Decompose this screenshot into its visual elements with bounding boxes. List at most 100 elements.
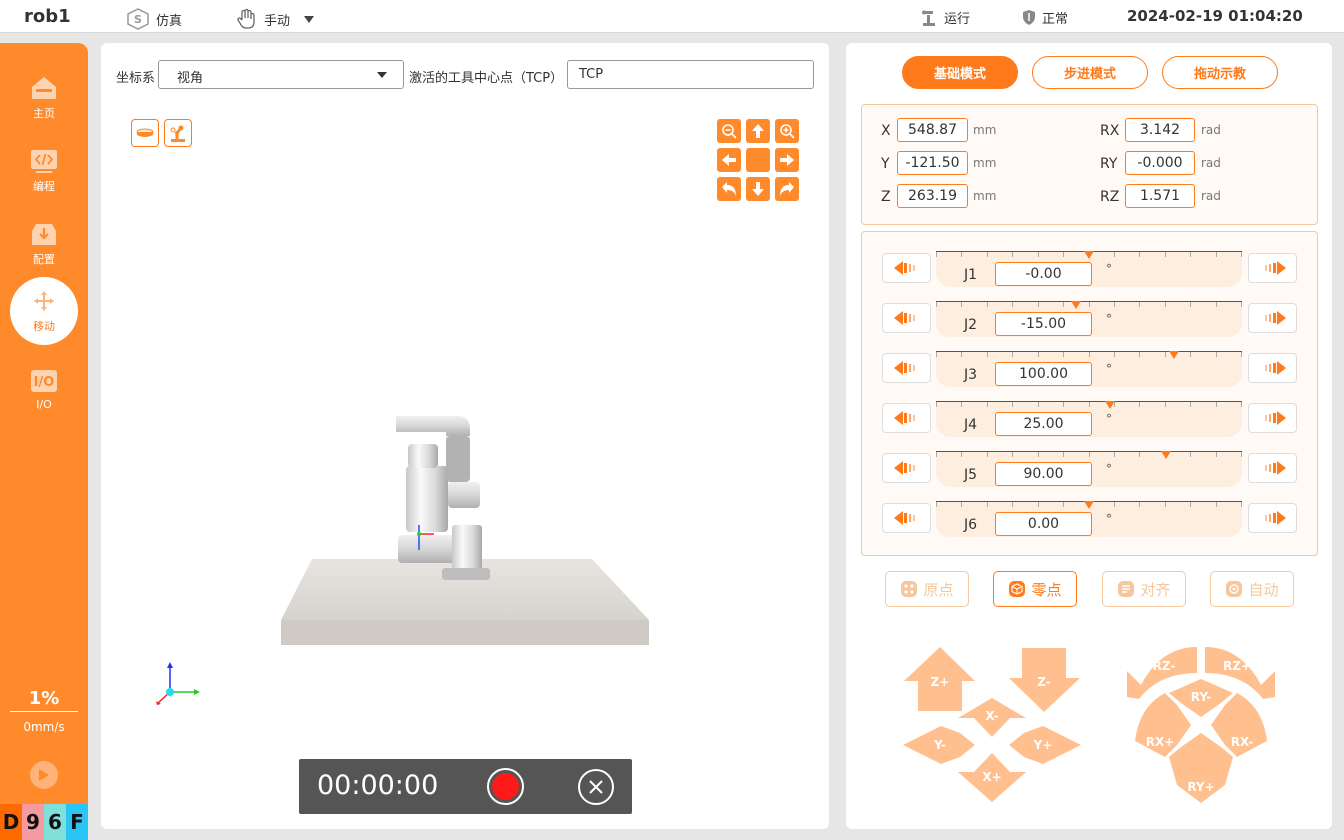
coord-select[interactable]: 视角 [158,60,404,89]
joint-plus-button[interactable] [1248,253,1297,283]
play-button[interactable] [30,761,58,789]
manual-mode-dropdown[interactable]: 手动 [236,8,315,30]
joint-plus-button[interactable] [1248,503,1297,533]
joint-plus-button[interactable] [1248,453,1297,483]
joint-value-field[interactable]: 0.00 [995,512,1092,536]
joint-value-field[interactable]: 25.00 [995,412,1092,436]
rotate-right-button[interactable] [775,177,799,201]
record-button[interactable] [487,768,524,805]
manual-mode-label: 手动 [264,13,291,29]
view-reset-button[interactable] [746,148,770,172]
sidebar-item-programming[interactable]: 编程 [10,137,78,205]
pan-left-button[interactable] [717,148,741,172]
jog-ry-plus-button[interactable]: RY+ [1169,733,1233,803]
close-record-button[interactable] [578,769,614,805]
robot-model-button[interactable] [164,119,192,147]
sidebar-item-config[interactable]: 配置 [10,210,78,278]
zoom-out-button[interactable] [717,119,741,143]
base-toggle-button[interactable] [131,119,159,147]
joint-minus-button[interactable] [882,453,931,483]
chevron-down-icon [304,15,315,23]
rotary-jog-pad: RZ- RZ+ RY- RX+ RX- RY+ [1127,647,1275,803]
jog-z-plus-button[interactable]: Z+ [904,647,975,711]
move-icon [34,291,54,311]
jog-left-icon [893,261,915,275]
auto-button[interactable]: 自动 [1210,571,1294,607]
axis-label-rz: RZ [1100,189,1120,205]
simulation-icon: S [127,8,149,30]
tcp-field[interactable]: TCP [567,60,814,89]
joint-minus-button[interactable] [882,303,931,333]
home-position-button[interactable]: 原点 [885,571,969,607]
unit-label: mm [973,189,997,203]
rx-field[interactable]: 3.142 [1125,118,1195,142]
sidebar-item-move[interactable]: 移动 [10,277,78,345]
arrow-right-icon [780,154,794,166]
joint-label: J6 [964,517,978,533]
record-icon [492,773,519,800]
z-field[interactable]: 263.19 [897,184,968,208]
simulation-toggle[interactable]: S 仿真 [126,8,182,30]
jog-x-minus-button[interactable]: X- [958,698,1026,737]
joint-plus-button[interactable] [1248,353,1297,383]
robot-arm-icon [922,10,935,26]
run-status: 运行 [920,8,970,27]
code-icon [31,150,57,173]
sidebar-item-label: 编程 [33,180,55,193]
sidebar-item-io[interactable]: I/O I/O [10,355,78,423]
joint-minus-button[interactable] [882,253,931,283]
jog-x-plus-button[interactable]: X+ [958,753,1026,802]
joint-value-field[interactable]: 90.00 [995,462,1092,486]
tab-basic-mode[interactable]: 基础模式 [902,56,1018,89]
jog-y-minus-button[interactable]: Y- [903,726,975,764]
jog-left-icon [893,361,915,375]
robot-3d-viewport[interactable] [270,400,670,655]
joint-minus-button[interactable] [882,503,931,533]
zero-position-button[interactable]: 零点 [993,571,1077,607]
action-label: 零点 [1031,580,1062,599]
joint-value-field[interactable]: 100.00 [995,362,1092,386]
sidebar-item-home[interactable]: 主页 [10,64,78,132]
coord-select-value: 视角 [177,71,204,86]
pan-right-button[interactable] [775,148,799,172]
jog-right-icon [1264,361,1286,375]
pan-up-button[interactable] [746,119,770,143]
align-button[interactable]: 对齐 [1102,571,1186,607]
joint-plus-button[interactable] [1248,403,1297,433]
tab-drag-teach[interactable]: 拖动示教 [1162,56,1278,89]
joint-value-field[interactable]: -15.00 [995,312,1092,336]
shield-icon [1023,10,1035,25]
joint-minus-button[interactable] [882,403,931,433]
joint-label: J5 [964,467,978,483]
robot-name: rob1 [24,6,71,27]
joint-plus-button[interactable] [1248,303,1297,333]
tab-step-mode[interactable]: 步进模式 [1032,56,1148,89]
jog-z-minus-button[interactable]: Z- [1009,648,1080,712]
speed-value: 0mm/s [23,720,65,734]
home-position-icon [901,581,918,597]
jog-label: X+ [982,770,1001,784]
code-char: 9 [22,804,44,840]
jog-label: RY- [1191,690,1212,704]
jog-label: RX- [1231,735,1254,749]
axis-label-z: Z [881,189,891,205]
pan-down-button[interactable] [746,177,770,201]
jog-left-icon [893,311,915,325]
rz-field[interactable]: 1.571 [1125,184,1195,208]
jog-right-icon [1264,261,1286,275]
axis-label-ry: RY [1100,156,1118,172]
top-bar: rob1 S 仿真 手动 运行 正常 2024-02-19 01:04:20 [0,0,1344,33]
speed-display: 1% 0mm/s [10,688,78,734]
x-field[interactable]: 548.87 [897,118,968,142]
joint-minus-button[interactable] [882,353,931,383]
y-field[interactable]: -121.50 [897,151,968,175]
record-timer: 00:00:00 [317,770,439,801]
safety-status-label: 正常 [1042,12,1069,27]
zoom-in-button[interactable] [775,119,799,143]
jog-left-icon [893,411,915,425]
jog-y-plus-button[interactable]: Y+ [1009,726,1081,764]
joint-value-field[interactable]: -0.00 [995,262,1092,286]
speed-percent: 1% [10,688,78,712]
rotate-left-button[interactable] [717,177,741,201]
ry-field[interactable]: -0.000 [1125,151,1195,175]
